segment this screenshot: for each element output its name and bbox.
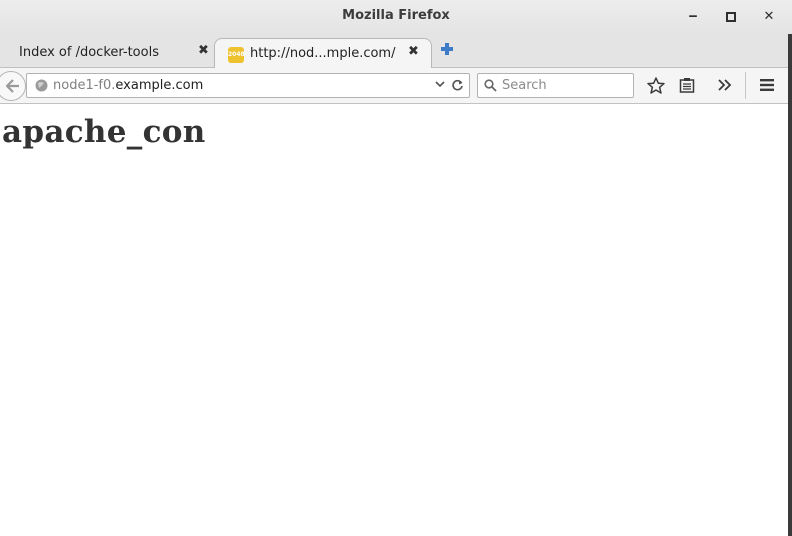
- page-heading: apache_con: [2, 114, 206, 150]
- double-chevron-icon[interactable]: [718, 79, 732, 91]
- tab-close-button[interactable]: ✖: [198, 43, 209, 58]
- tab-label: http://nod...mple.com/: [250, 46, 396, 61]
- hamburger-menu-icon[interactable]: [759, 78, 775, 92]
- tab-docker-tools[interactable]: Index of /docker-tools ✖: [4, 38, 218, 68]
- url-bar[interactable]: node1-f0.example.com: [26, 73, 470, 98]
- url-text[interactable]: node1-f0.example.com: [53, 78, 203, 93]
- firefox-window: Mozilla Firefox ‒ ✕ Index of /docker-too…: [0, 0, 792, 536]
- globe-icon: [35, 79, 48, 92]
- navigation-toolbar: node1-f0.example.com: [0, 68, 792, 104]
- search-input[interactable]: [502, 77, 627, 94]
- page-content: apache_con: [0, 104, 788, 536]
- magnifier-icon: [484, 79, 497, 92]
- tab-example-com[interactable]: 2048 http://nod...mple.com/ ✖: [214, 38, 432, 68]
- star-icon[interactable]: [647, 77, 665, 94]
- tab-favicon-icon: 2048: [228, 47, 245, 63]
- new-tab-plus-icon[interactable]: [440, 42, 454, 56]
- tab-close-button[interactable]: ✖: [408, 44, 419, 59]
- tab-strip: Index of /docker-tools ✖ 2048 http://nod…: [0, 34, 792, 68]
- reload-icon[interactable]: [451, 79, 464, 92]
- maximize-button[interactable]: [722, 8, 740, 26]
- clipboard-icon[interactable]: [679, 77, 695, 93]
- back-arrow-icon: [6, 79, 19, 93]
- tab-label: Index of /docker-tools: [19, 45, 159, 60]
- window-title: Mozilla Firefox: [342, 8, 450, 23]
- maximize-icon: [726, 12, 736, 22]
- toolbar-separator: [745, 72, 746, 99]
- minimize-button[interactable]: ‒: [684, 8, 702, 26]
- url-subdomain: node1-f0.: [53, 78, 116, 93]
- search-bar[interactable]: [477, 73, 634, 98]
- back-button[interactable]: [0, 71, 26, 101]
- title-bar: Mozilla Firefox ‒ ✕: [0, 0, 792, 34]
- chevron-down-icon[interactable]: [435, 81, 445, 88]
- window-right-edge: [788, 34, 792, 536]
- url-domain: example.com: [115, 78, 204, 93]
- close-window-button[interactable]: ✕: [760, 8, 778, 26]
